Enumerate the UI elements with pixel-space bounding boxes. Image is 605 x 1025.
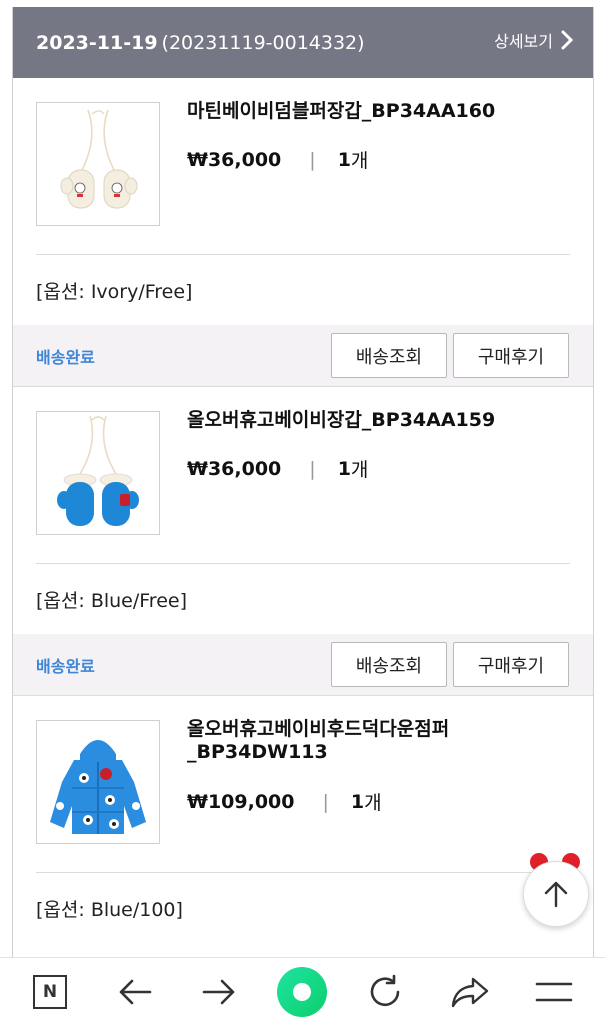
order-title: 2023-11-19 (20231119-0014332)	[36, 32, 365, 54]
naver-home-button[interactable]: N	[20, 958, 80, 1025]
product-image[interactable]	[36, 102, 160, 226]
price-row: ₩36,000 | 1개	[187, 455, 368, 482]
track-shipment-button[interactable]: 배송조회	[331, 333, 447, 378]
refresh-button[interactable]	[355, 958, 415, 1025]
detail-link[interactable]: 상세보기	[494, 28, 573, 52]
quantity-unit: 개	[350, 459, 369, 481]
write-review-button[interactable]: 구매후기	[453, 642, 569, 687]
blue-mittens-icon	[57, 415, 139, 526]
order-item: 올오버휴고베이비장갑_BP34AA159 ₩36,000 | 1개 [옵션: B…	[13, 387, 593, 696]
menu-button[interactable]	[524, 958, 584, 1025]
status-bar: 배송완료 배송조회 구매후기	[13, 634, 593, 696]
divider: |	[309, 148, 316, 171]
product-price: ₩36,000	[187, 148, 282, 171]
quantity-unit: 개	[364, 792, 382, 814]
browser-nav-bar: N	[0, 957, 605, 1025]
status-bar: 배송완료 배송조회 구매후기	[13, 325, 593, 387]
divider: |	[309, 457, 316, 480]
forward-button[interactable]	[189, 958, 249, 1025]
write-review-button[interactable]: 구매후기	[453, 333, 569, 378]
forward-arrow-icon	[202, 979, 235, 1004]
refresh-icon	[370, 974, 400, 1006]
product-price: ₩36,000	[187, 457, 282, 480]
divider: |	[322, 790, 329, 813]
product-option: [옵션: Blue/100]	[36, 898, 183, 921]
quantity-unit: 개	[350, 150, 369, 172]
order-item: 마틴베이비덤블퍼장갑_BP34AA160 ₩36,000 | 1개 [옵션: I…	[13, 78, 593, 387]
product-image[interactable]	[36, 411, 160, 535]
ivory-mittens-icon	[60, 109, 138, 209]
quantity-number: 1	[350, 790, 365, 813]
menu-icon	[535, 982, 573, 1001]
green-home-button[interactable]	[272, 958, 332, 1025]
delivery-status: 배송완료	[36, 347, 95, 367]
quantity-number: 1	[337, 457, 351, 480]
product-option: [옵션: Blue/Free]	[36, 589, 187, 612]
scroll-top-button[interactable]	[523, 861, 589, 927]
product-name[interactable]: 올오버휴고베이비후드덕다운점퍼 _BP34DW113	[187, 718, 547, 764]
price-row: ₩36,000 | 1개	[187, 146, 368, 173]
back-arrow-icon	[119, 979, 152, 1004]
naver-n-icon: N	[33, 974, 67, 1009]
product-option: [옵션: Ivory/Free]	[36, 280, 193, 303]
order-item: 올오버휴고베이비후드덕다운점퍼 _BP34DW113 ₩109,000 | 1개…	[13, 696, 593, 943]
delivery-status: 배송완료	[36, 656, 95, 676]
order-number: (20231119-0014332)	[161, 31, 365, 54]
price-row: ₩109,000 | 1개	[187, 788, 382, 815]
share-icon	[451, 977, 489, 1007]
chevron-right-icon	[561, 30, 573, 49]
arrow-up-icon	[544, 881, 568, 908]
product-name[interactable]: 마틴베이비덤블퍼장갑_BP34AA160	[187, 100, 547, 123]
product-name[interactable]: 올오버휴고베이비장갑_BP34AA159	[187, 409, 547, 432]
blue-down-jacket-icon	[50, 740, 146, 834]
green-home-icon	[277, 966, 327, 1017]
order-header: 2023-11-19 (20231119-0014332) 상세보기	[13, 7, 593, 78]
product-price: ₩109,000	[187, 790, 295, 813]
back-button[interactable]	[105, 958, 165, 1025]
share-button[interactable]	[440, 958, 500, 1025]
quantity-number: 1	[337, 148, 351, 171]
order-date: 2023-11-19	[36, 31, 158, 54]
product-image[interactable]	[36, 720, 160, 844]
detail-label: 상세보기	[494, 31, 553, 51]
order-card: 2023-11-19 (20231119-0014332) 상세보기 마틴베이비…	[12, 7, 594, 957]
track-shipment-button[interactable]: 배송조회	[331, 642, 447, 687]
